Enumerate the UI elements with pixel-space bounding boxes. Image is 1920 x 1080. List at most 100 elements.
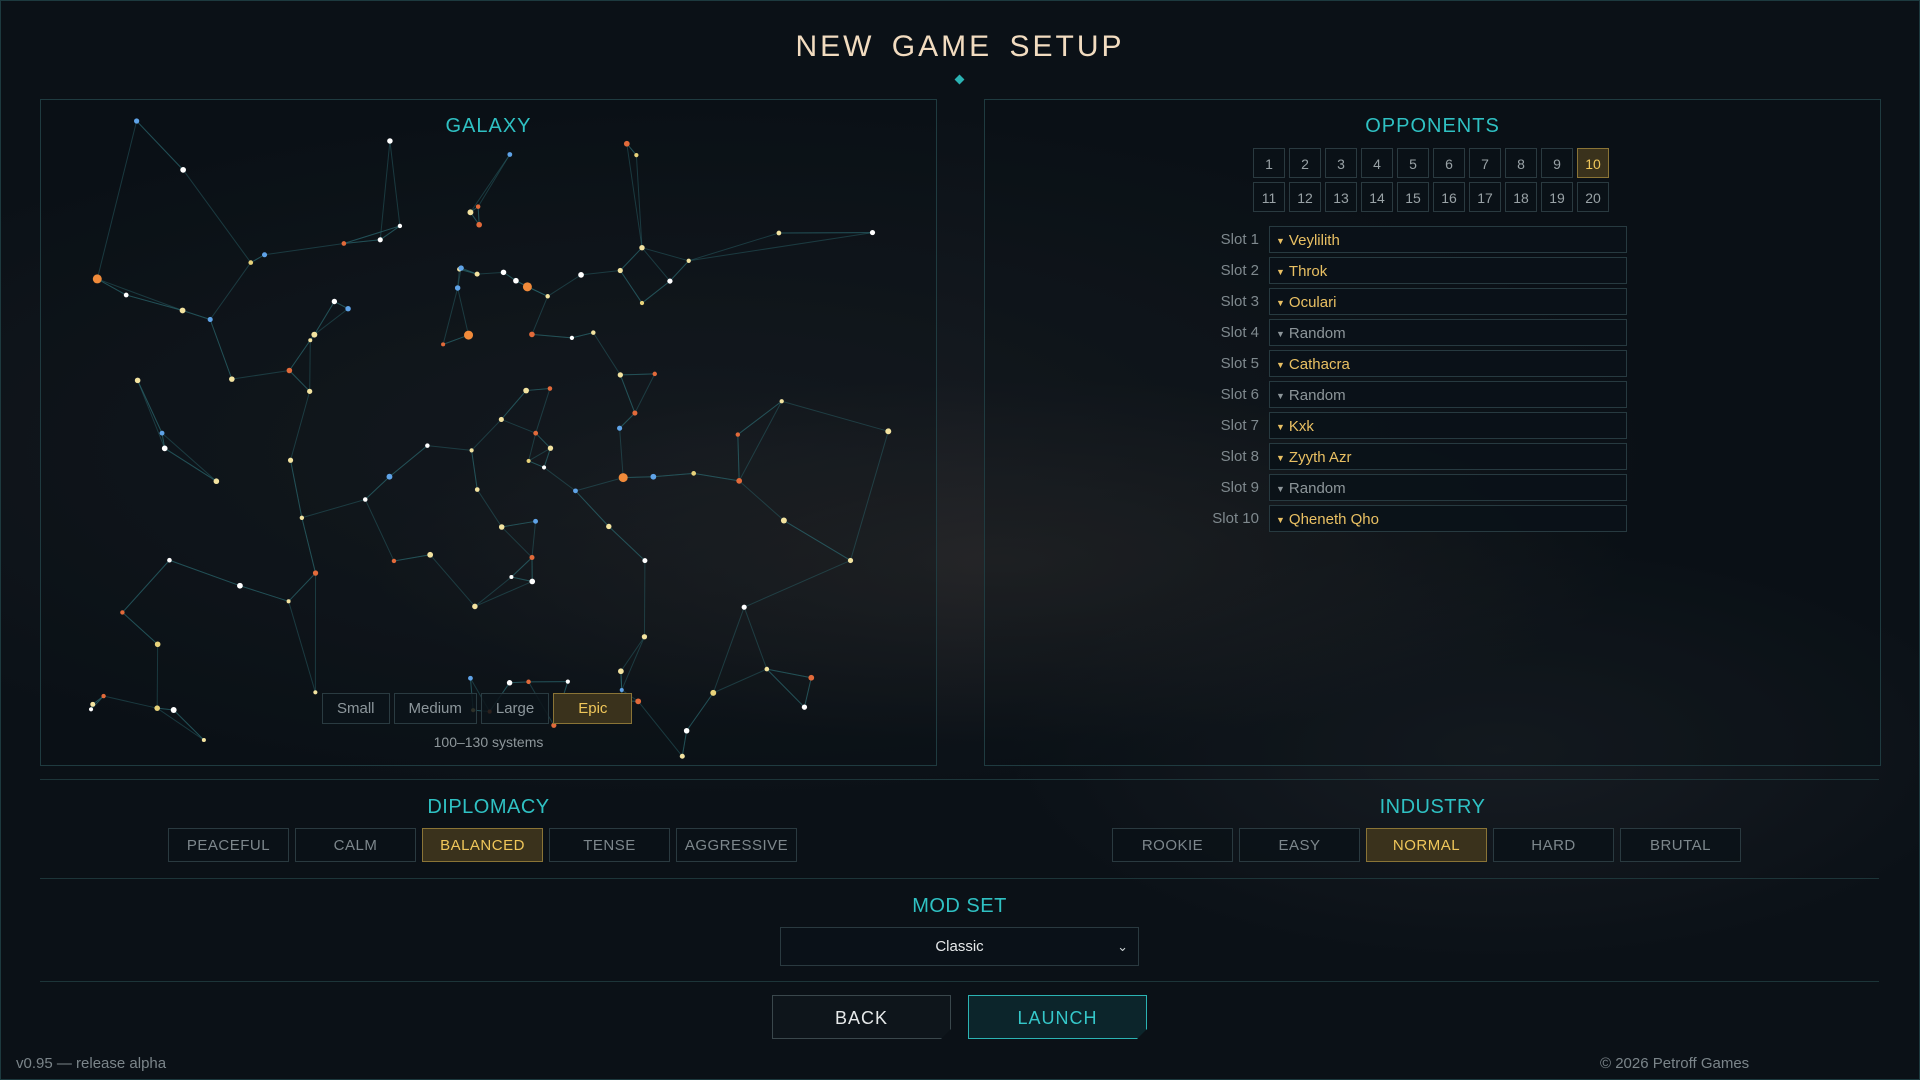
star-system[interactable] [159,430,165,436]
star-system[interactable] [619,687,624,692]
star-system[interactable] [683,727,690,734]
star-system[interactable] [427,551,434,558]
star-system[interactable] [441,342,446,347]
star-system[interactable] [639,245,645,251]
star-system[interactable] [299,515,305,520]
star-system[interactable] [779,399,784,404]
star-system[interactable] [313,690,318,695]
opponent-count-13-button[interactable]: 13 [1325,182,1357,212]
star-system[interactable] [498,416,504,423]
star-system[interactable] [618,668,624,675]
star-system[interactable] [507,152,513,157]
star-system[interactable] [547,445,554,451]
star-system[interactable] [650,473,657,480]
slot-race-select[interactable]: ▼ Oculari [1269,288,1627,315]
star-system[interactable] [776,230,782,236]
opponent-count-5-button[interactable]: 5 [1397,148,1429,178]
opponent-count-3-button[interactable]: 3 [1325,148,1357,178]
star-system[interactable] [632,410,638,416]
star-system[interactable] [642,558,648,564]
star-system[interactable] [167,557,172,563]
star-system[interactable] [634,153,639,158]
star-system[interactable] [617,425,623,431]
diplomacy-peaceful-button[interactable]: PEACEFUL [168,828,289,862]
star-system[interactable] [764,666,770,672]
star-system[interactable] [500,269,507,276]
star-system[interactable] [533,430,539,436]
star-system[interactable] [476,221,482,228]
star-system[interactable] [469,448,474,453]
star-system[interactable] [869,230,876,236]
opponent-count-20-button[interactable]: 20 [1577,182,1609,212]
star-system[interactable] [617,267,623,274]
star-system[interactable] [286,367,293,374]
star-system[interactable] [506,680,513,686]
star-system[interactable] [179,307,186,314]
opponent-count-11-button[interactable]: 11 [1253,182,1285,212]
star-system[interactable] [341,241,347,246]
galaxy-size-epic-button[interactable]: Epic [553,693,633,724]
mod-set-select[interactable]: Classic ⌄ [780,927,1139,966]
star-system[interactable] [307,388,313,394]
star-system[interactable] [523,387,529,394]
slot-race-select[interactable]: ▼ Zyyth Azr [1269,443,1627,470]
industry-hard-button[interactable]: HARD [1493,828,1614,862]
star-system[interactable] [120,610,125,615]
opponent-count-4-button[interactable]: 4 [1361,148,1393,178]
star-system[interactable] [801,704,808,710]
star-system[interactable] [237,582,243,589]
star-system[interactable] [885,428,892,435]
star-system[interactable] [472,603,478,610]
star-system[interactable] [679,753,685,759]
opponent-count-14-button[interactable]: 14 [1361,182,1393,212]
galaxy-size-large-button[interactable]: Large [480,693,550,724]
diplomacy-balanced-button[interactable]: BALANCED [422,828,543,862]
slot-race-select[interactable]: ▼ Random [1269,474,1627,501]
star-system[interactable] [331,298,338,305]
star-system[interactable] [526,458,531,464]
opponent-count-2-button[interactable]: 2 [1289,148,1321,178]
star-system[interactable] [345,306,351,312]
industry-normal-button[interactable]: NORMAL [1366,828,1487,862]
star-system[interactable] [623,140,630,147]
star-system[interactable] [541,465,547,470]
star-system[interactable] [386,473,393,480]
industry-easy-button[interactable]: EASY [1239,828,1360,862]
star-system[interactable] [529,331,535,338]
star-system[interactable] [454,285,461,291]
star-system[interactable] [617,372,623,378]
opponent-count-7-button[interactable]: 7 [1469,148,1501,178]
slot-race-select[interactable]: ▼ Veylilith [1269,226,1627,253]
industry-brutal-button[interactable]: BRUTAL [1620,828,1741,862]
star-system[interactable] [474,487,480,492]
opponent-count-9-button[interactable]: 9 [1541,148,1573,178]
star-system[interactable] [123,292,129,298]
star-system[interactable] [667,278,673,284]
star-system[interactable] [377,237,383,243]
star-system[interactable] [170,707,177,713]
star-system[interactable] [311,331,318,338]
star-system[interactable] [513,277,519,284]
star-system[interactable] [180,166,187,173]
star-system[interactable] [397,223,403,229]
star-system[interactable] [526,679,531,685]
opponent-count-18-button[interactable]: 18 [1505,182,1537,212]
star-system[interactable] [92,274,102,284]
star-system[interactable] [474,271,480,277]
slot-race-select[interactable]: ▼ Throk [1269,257,1627,284]
star-system[interactable] [578,272,584,278]
opponent-count-16-button[interactable]: 16 [1433,182,1465,212]
star-system[interactable] [635,698,642,705]
slot-race-select[interactable]: ▼ Qheneth Qho [1269,505,1627,532]
star-system[interactable] [533,518,539,524]
star-system[interactable] [639,300,645,306]
star-system[interactable] [736,477,743,484]
star-system[interactable] [618,473,628,483]
star-system[interactable] [101,693,106,699]
star-system[interactable] [363,497,368,502]
star-system[interactable] [287,457,294,463]
star-system[interactable] [213,478,220,485]
star-system[interactable] [90,701,96,707]
star-system[interactable] [387,138,393,144]
star-system[interactable] [286,599,291,604]
